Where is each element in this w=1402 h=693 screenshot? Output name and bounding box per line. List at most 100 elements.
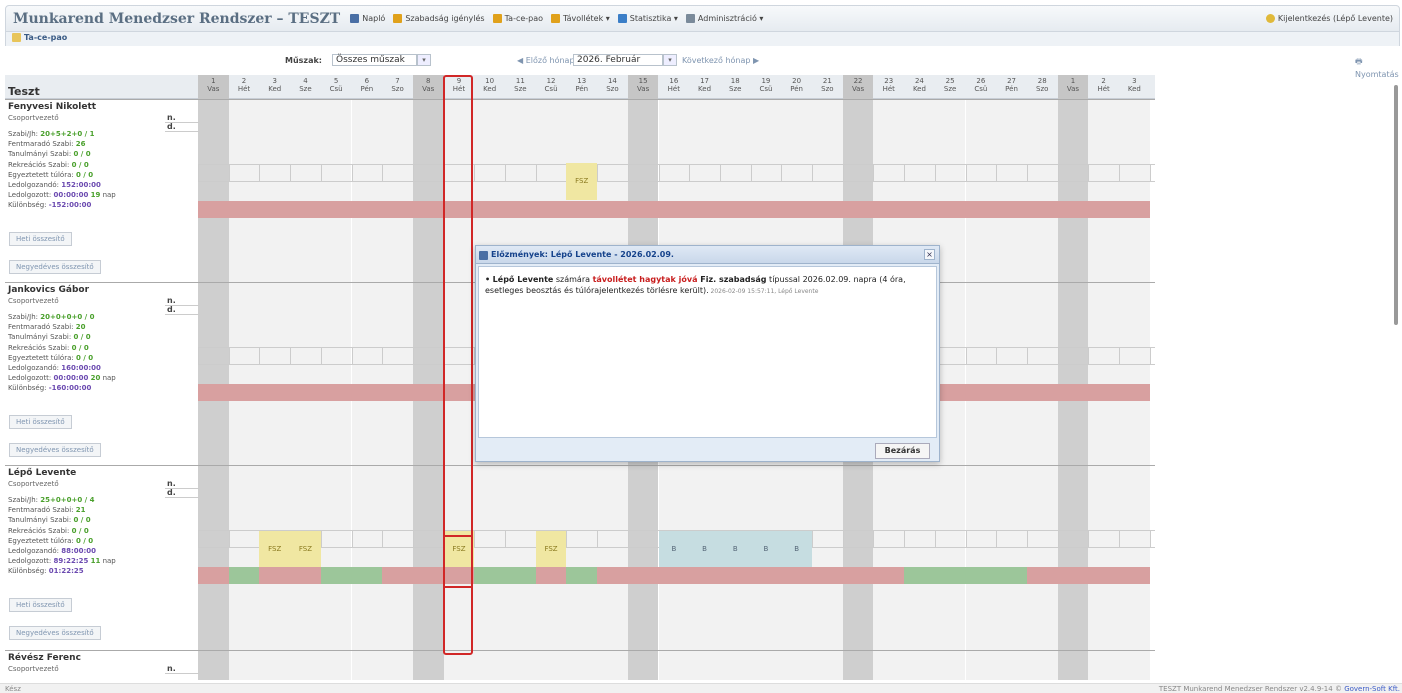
- schedule-bar[interactable]: [658, 201, 690, 218]
- schedule-bar[interactable]: [412, 201, 445, 218]
- schedule-bar[interactable]: [259, 567, 291, 584]
- next-month-link[interactable]: Következő hónap ▶: [682, 56, 759, 65]
- quarterly-summary-button[interactable]: Negyedéves összesítő: [9, 443, 101, 457]
- schedule-bar[interactable]: [842, 567, 874, 584]
- vertical-scrollbar[interactable]: [1392, 75, 1400, 680]
- schedule-bar[interactable]: [566, 201, 598, 218]
- shift-dropdown-icon[interactable]: ▾: [417, 54, 431, 66]
- menu-item[interactable]: Szabadság igénylés: [393, 14, 485, 23]
- schedule-bar[interactable]: [412, 567, 445, 584]
- schedule-bar[interactable]: [382, 384, 414, 401]
- schedule-bar[interactable]: [781, 201, 813, 218]
- dialog-close-bottom-button[interactable]: Bezárás: [875, 443, 930, 459]
- schedule-bar[interactable]: [904, 201, 936, 218]
- logout-link[interactable]: Kijelentkezés (Lépő Levente): [1265, 14, 1393, 23]
- schedule-bar[interactable]: [873, 201, 905, 218]
- leave-cell-b[interactable]: B: [750, 531, 782, 567]
- schedule-bar[interactable]: [535, 201, 567, 218]
- schedule-bar[interactable]: [351, 567, 383, 584]
- schedule-bar[interactable]: [290, 201, 322, 218]
- leave-cell-fsz[interactable]: FSZ: [566, 163, 598, 200]
- month-select[interactable]: 2026. Február: [573, 54, 663, 66]
- schedule-bar[interactable]: [627, 567, 659, 584]
- schedule-bar[interactable]: [259, 201, 291, 218]
- leave-cell-b[interactable]: B: [781, 531, 812, 567]
- weekly-summary-button[interactable]: Heti összesítő: [9, 232, 72, 246]
- schedule-bar[interactable]: [505, 201, 537, 218]
- schedule-bar[interactable]: [1026, 384, 1059, 401]
- month-dropdown-icon[interactable]: ▾: [663, 54, 677, 66]
- scrollbar-thumb[interactable]: [1394, 85, 1398, 325]
- schedule-bar[interactable]: [412, 384, 445, 401]
- schedule-bar[interactable]: [382, 201, 414, 218]
- schedule-bar[interactable]: [1088, 201, 1120, 218]
- schedule-bar[interactable]: [658, 567, 690, 584]
- leave-cell-fsz[interactable]: FSZ: [290, 531, 321, 567]
- leave-cell-b[interactable]: B: [658, 531, 690, 567]
- schedule-bar[interactable]: [1119, 201, 1151, 218]
- leave-cell-fsz[interactable]: FSZ: [259, 531, 291, 567]
- shift-select[interactable]: Összes műszak: [332, 54, 417, 66]
- schedule-bar[interactable]: [351, 201, 383, 218]
- schedule-bar[interactable]: [719, 567, 752, 584]
- schedule-bar[interactable]: [474, 567, 506, 584]
- schedule-bar[interactable]: [505, 567, 537, 584]
- menu-item[interactable]: Távollétek ▾: [551, 14, 610, 23]
- schedule-bar[interactable]: [1057, 567, 1089, 584]
- schedule-bar[interactable]: [1088, 567, 1120, 584]
- schedule-bar[interactable]: [1026, 567, 1059, 584]
- schedule-bar[interactable]: [1026, 201, 1059, 218]
- schedule-bar[interactable]: [812, 567, 844, 584]
- quarterly-summary-button[interactable]: Negyedéves összesítő: [9, 626, 101, 640]
- schedule-bar[interactable]: [934, 201, 966, 218]
- schedule-bar[interactable]: [750, 201, 782, 218]
- schedule-bar[interactable]: [290, 567, 322, 584]
- weekly-summary-button[interactable]: Heti összesítő: [9, 415, 72, 429]
- selected-cell-highlight[interactable]: [443, 535, 473, 588]
- schedule-bar[interactable]: [198, 384, 230, 401]
- schedule-bar[interactable]: [965, 567, 997, 584]
- schedule-bar[interactable]: [228, 384, 260, 401]
- menu-item[interactable]: Napló: [350, 14, 385, 23]
- schedule-bar[interactable]: [750, 567, 782, 584]
- weekly-summary-button[interactable]: Heti összesítő: [9, 598, 72, 612]
- quarterly-summary-button[interactable]: Negyedéves összesítő: [9, 260, 101, 274]
- schedule-bar[interactable]: [781, 567, 813, 584]
- schedule-bar[interactable]: [934, 567, 966, 584]
- prev-month-link[interactable]: ◀ Előző hónap: [517, 56, 575, 65]
- schedule-bar[interactable]: [996, 384, 1028, 401]
- schedule-bar[interactable]: [566, 567, 598, 584]
- schedule-bar[interactable]: [689, 567, 721, 584]
- schedule-bar[interactable]: [320, 567, 352, 584]
- schedule-bar[interactable]: [996, 201, 1028, 218]
- schedule-bar[interactable]: [1057, 384, 1089, 401]
- tab-ta-ce-pao[interactable]: Ta-ce-pao: [12, 33, 67, 42]
- schedule-bar[interactable]: [627, 201, 659, 218]
- schedule-bar[interactable]: [198, 567, 230, 584]
- schedule-bar[interactable]: [259, 384, 291, 401]
- schedule-bar[interactable]: [812, 201, 844, 218]
- schedule-bar[interactable]: [965, 201, 997, 218]
- menu-item[interactable]: Ta-ce-pao: [492, 14, 543, 23]
- schedule-bar[interactable]: [1119, 384, 1151, 401]
- schedule-bar[interactable]: [320, 201, 352, 218]
- schedule-bar[interactable]: [904, 567, 936, 584]
- schedule-bar[interactable]: [689, 201, 721, 218]
- schedule-bar[interactable]: [996, 567, 1028, 584]
- schedule-bar[interactable]: [1057, 201, 1089, 218]
- schedule-bar[interactable]: [198, 201, 230, 218]
- schedule-bar[interactable]: [597, 201, 629, 218]
- schedule-bar[interactable]: [873, 567, 905, 584]
- leave-cell-b[interactable]: B: [689, 531, 720, 567]
- schedule-bar[interactable]: [719, 201, 752, 218]
- schedule-bar[interactable]: [228, 201, 260, 218]
- schedule-bar[interactable]: [290, 384, 322, 401]
- schedule-bar[interactable]: [228, 567, 260, 584]
- dialog-close-button[interactable]: ×: [924, 249, 935, 260]
- schedule-bar[interactable]: [474, 201, 506, 218]
- schedule-bar[interactable]: [965, 384, 997, 401]
- menu-item[interactable]: Adminisztráció ▾: [685, 14, 763, 23]
- menu-item[interactable]: Statisztika ▾: [617, 14, 678, 23]
- leave-cell-fsz[interactable]: FSZ: [535, 531, 567, 567]
- schedule-bar[interactable]: [320, 384, 352, 401]
